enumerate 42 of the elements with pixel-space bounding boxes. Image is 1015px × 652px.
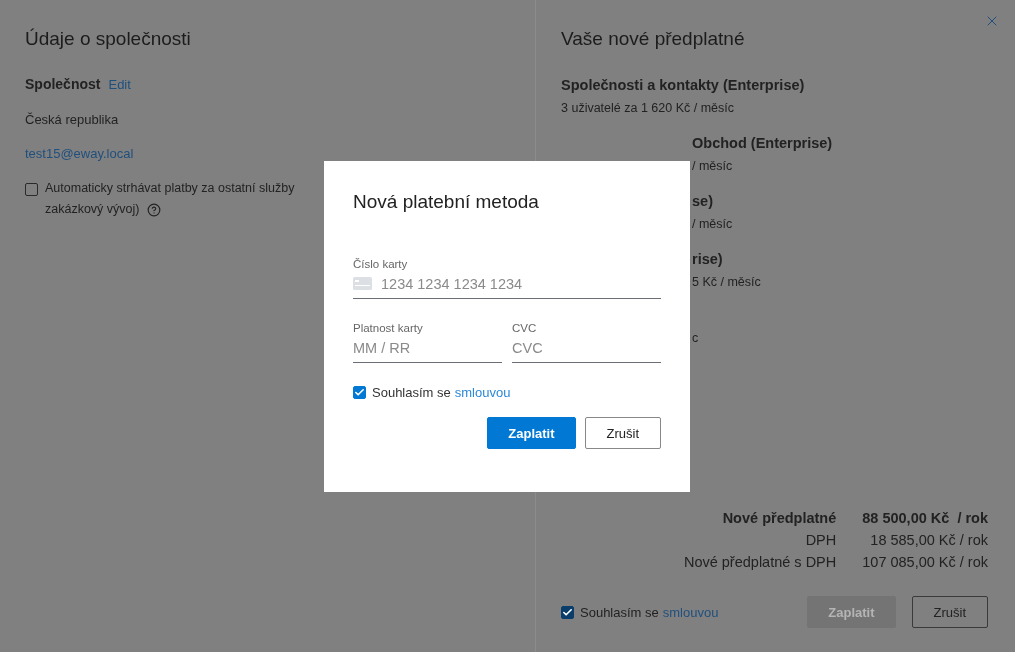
section-title: Údaje o společnosti bbox=[25, 27, 192, 51]
plan-price: 5 Kč / měsíc bbox=[692, 274, 762, 291]
total-amount: 88 500,00 Kč / rok bbox=[862, 510, 988, 526]
company-label: Společnost bbox=[25, 76, 101, 92]
pay-button[interactable]: Zaplatit bbox=[487, 417, 576, 449]
field-label: CVC bbox=[512, 321, 537, 336]
card-number-field[interactable]: 1234 1234 1234 1234 bbox=[353, 276, 661, 299]
field-label: Platnost karty bbox=[353, 321, 423, 336]
total-label: Nové předplatné s DPH bbox=[683, 554, 837, 570]
agreement-label: Souhlasím se bbox=[580, 604, 659, 620]
cancel-button[interactable]: Zrušit bbox=[584, 417, 661, 449]
edit-link[interactable]: Edit bbox=[108, 76, 131, 92]
card-icon bbox=[353, 277, 372, 290]
dialog-title: Nová platební metoda bbox=[353, 191, 540, 213]
checkbox[interactable] bbox=[561, 605, 574, 619]
auto-payment-label: zakázkový vývoj) bbox=[45, 201, 140, 218]
plan-name: rise) bbox=[692, 250, 724, 269]
plan-name: se) bbox=[692, 192, 714, 211]
checkbox[interactable] bbox=[25, 183, 38, 196]
expiry-field[interactable]: MM / RR bbox=[353, 340, 502, 363]
field-label: Číslo karty bbox=[353, 257, 408, 272]
contract-link[interactable]: smlouvou bbox=[662, 604, 719, 620]
total-amount: 18 585,00 Kč / rok bbox=[869, 532, 988, 548]
total-amount: 107 085,00 Kč / rok bbox=[862, 554, 988, 570]
plan-price: / měsíc bbox=[692, 158, 734, 175]
plan-name: Společnosti a kontakty (Enterprise) bbox=[561, 76, 806, 95]
help-icon[interactable] bbox=[147, 202, 162, 217]
plan-name: Obchod (Enterprise) bbox=[692, 134, 834, 153]
cvc-field[interactable]: CVC bbox=[512, 340, 661, 363]
plan-price: c bbox=[692, 330, 700, 347]
cancel-button[interactable]: Zrušit bbox=[911, 596, 988, 628]
checkbox[interactable] bbox=[353, 386, 366, 399]
contract-link[interactable]: smlouvou bbox=[454, 385, 511, 400]
plan-price: / měsíc bbox=[692, 216, 734, 233]
plan-price: 3 uživatelé za 1 620 Kč / měsíc bbox=[561, 100, 735, 117]
country-text: Česká republika bbox=[25, 112, 120, 127]
agreement-label: Souhlasím se bbox=[372, 385, 451, 400]
total-label: DPH bbox=[804, 532, 837, 548]
email-link[interactable]: test15@eway.local bbox=[25, 146, 510, 161]
total-label: Nové předplatné bbox=[721, 510, 837, 526]
auto-payment-label: Automaticky strhávat platby za ostatní služby bbox=[45, 180, 295, 197]
section-title: Vaše nové předplatné bbox=[561, 27, 746, 51]
